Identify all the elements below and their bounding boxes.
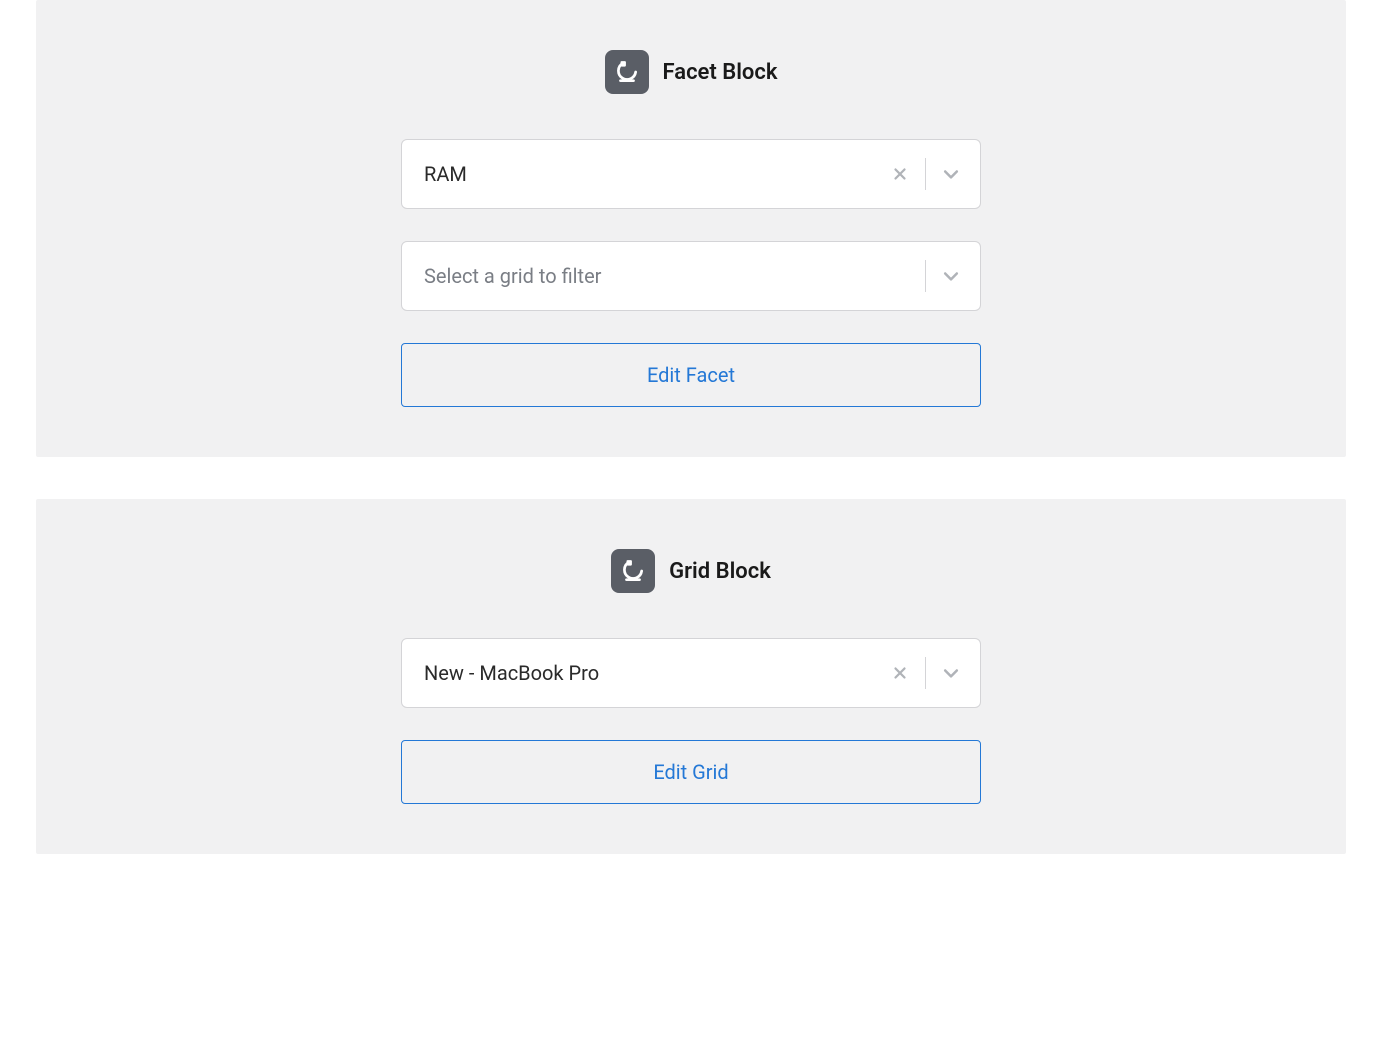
grid-block-body: New - MacBook Pro Edit Grid xyxy=(401,638,981,804)
grid-block-panel: Grid Block New - MacBook Pro xyxy=(36,499,1346,854)
grid-block-header: Grid Block xyxy=(76,549,1306,593)
facet-select-indicators xyxy=(889,158,962,190)
grid-select-indicators xyxy=(889,657,962,689)
facet-block-header: Facet Block xyxy=(76,50,1306,94)
facet-block-body: RAM Select a grid to filter xyxy=(401,139,981,407)
grid-filter-indicators xyxy=(925,260,962,292)
edit-grid-button[interactable]: Edit Grid xyxy=(401,740,981,804)
grid-filter-select[interactable]: Select a grid to filter xyxy=(401,241,981,311)
chevron-down-icon[interactable] xyxy=(940,163,962,185)
facet-select[interactable]: RAM xyxy=(401,139,981,209)
grid-block-title: Grid Block xyxy=(669,559,771,584)
edit-facet-button-label: Edit Facet xyxy=(647,363,735,387)
block-logo-icon xyxy=(614,59,640,85)
facet-block-title: Facet Block xyxy=(663,60,778,85)
clear-icon[interactable] xyxy=(889,662,911,684)
grid-filter-placeholder: Select a grid to filter xyxy=(424,264,925,288)
block-icon xyxy=(605,50,649,94)
edit-facet-button[interactable]: Edit Facet xyxy=(401,343,981,407)
divider xyxy=(925,657,926,689)
grid-select-value: New - MacBook Pro xyxy=(424,661,889,685)
chevron-down-icon[interactable] xyxy=(940,265,962,287)
edit-grid-button-label: Edit Grid xyxy=(653,760,728,784)
facet-block-panel: Facet Block RAM Select a gri xyxy=(36,0,1346,457)
block-logo-icon xyxy=(620,558,646,584)
facet-select-value: RAM xyxy=(424,162,889,186)
chevron-down-icon[interactable] xyxy=(940,662,962,684)
grid-select[interactable]: New - MacBook Pro xyxy=(401,638,981,708)
divider xyxy=(925,158,926,190)
divider xyxy=(925,260,926,292)
clear-icon[interactable] xyxy=(889,163,911,185)
block-icon xyxy=(611,549,655,593)
